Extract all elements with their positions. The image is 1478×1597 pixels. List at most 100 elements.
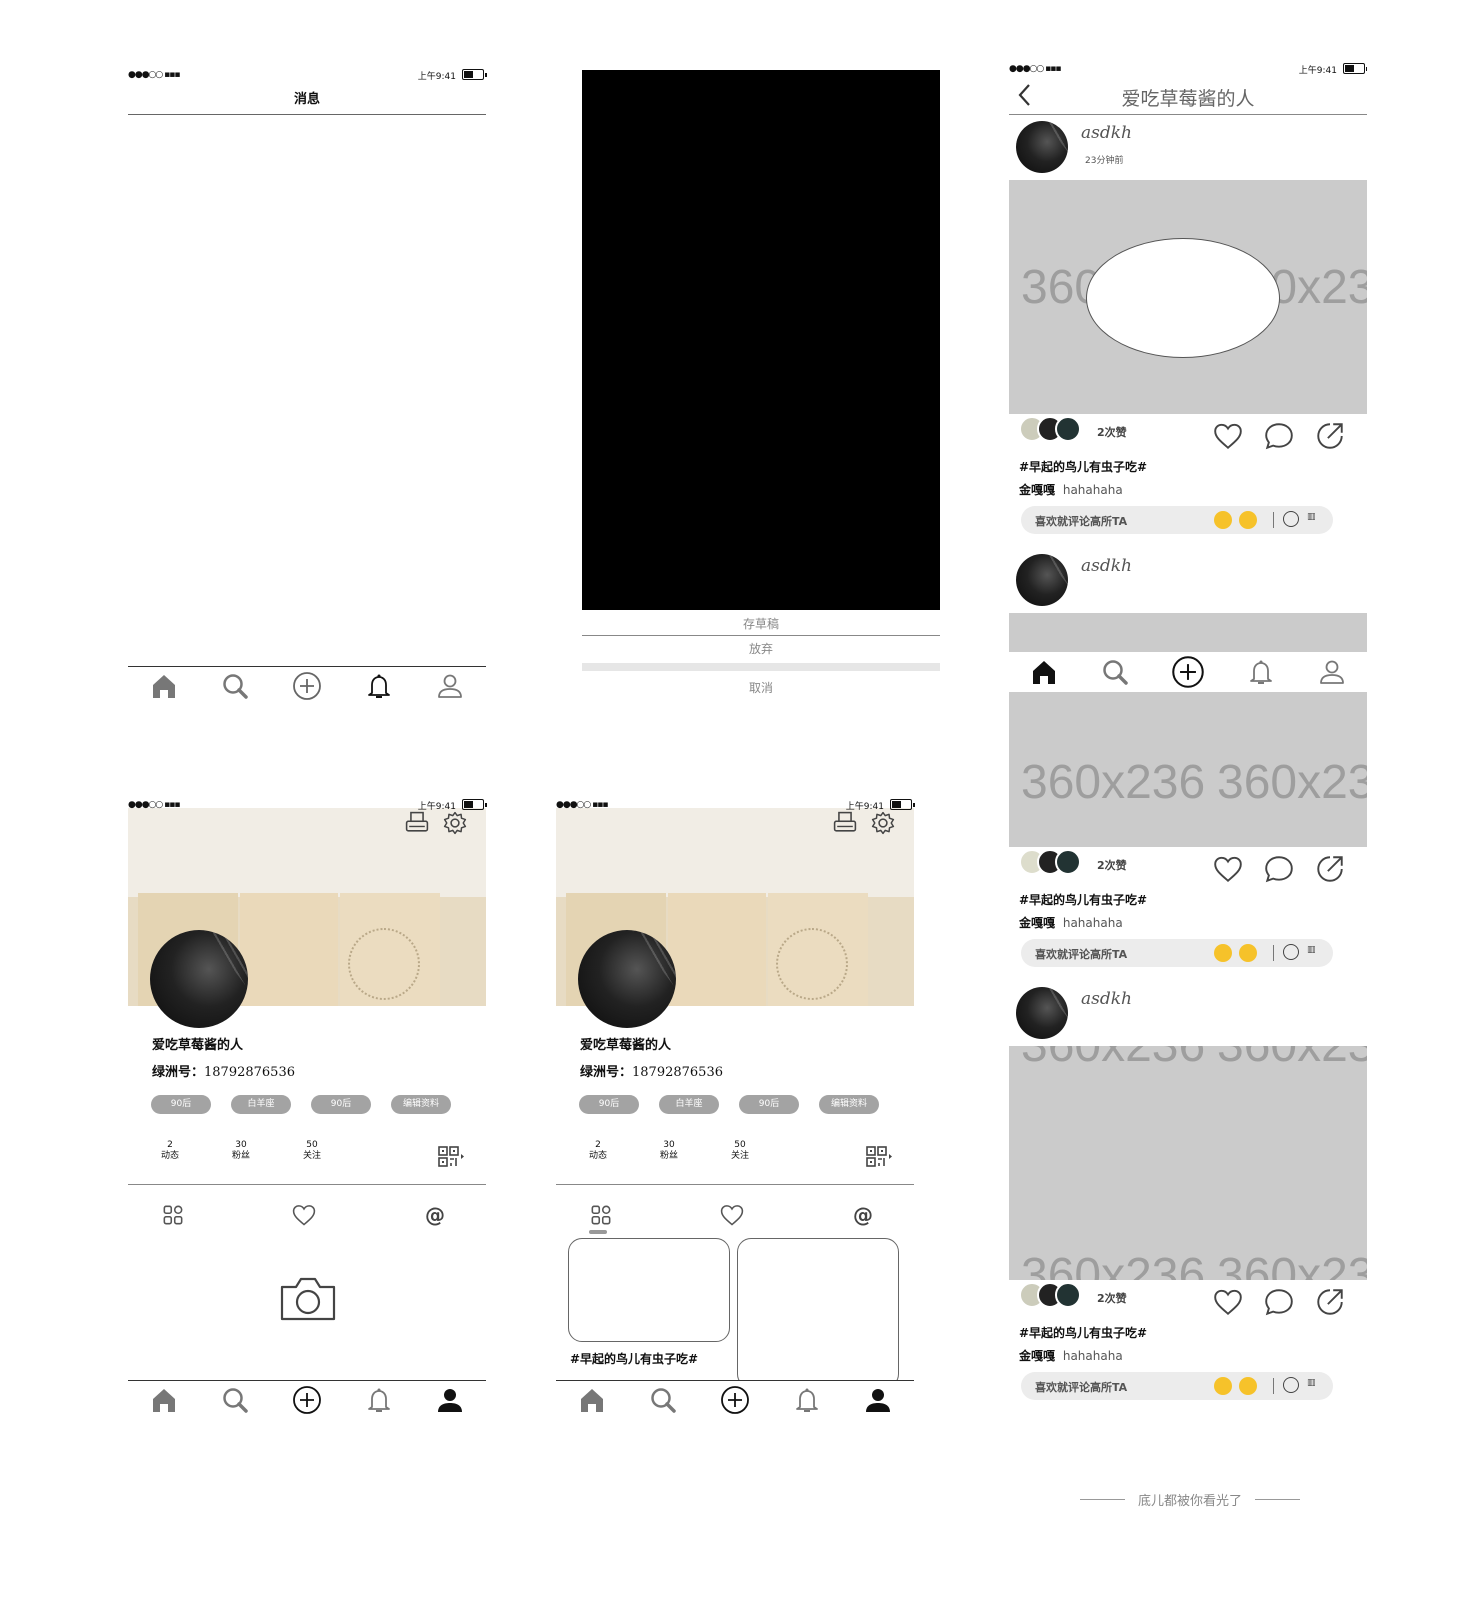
save-draft-button[interactable]: 存草稿	[582, 612, 940, 636]
home-icon[interactable]	[577, 1385, 607, 1415]
share-icon[interactable]	[1314, 1286, 1346, 1318]
surprised-emoji-icon[interactable]	[1283, 511, 1299, 527]
add-post-icon[interactable]	[292, 671, 322, 701]
search-icon[interactable]	[220, 671, 250, 701]
user-icon[interactable]	[1317, 657, 1347, 687]
like-count[interactable]: 2次赞	[1097, 1290, 1127, 1306]
qr-code-icon[interactable]	[864, 1142, 894, 1172]
cat-emoji-icon[interactable]	[1214, 1377, 1232, 1395]
author-name[interactable]: asdkh	[1081, 556, 1132, 576]
comment-line: 金嘎嘎 hahahaha	[1019, 914, 1123, 931]
add-post-icon[interactable]	[720, 1385, 750, 1415]
stat-posts[interactable]: 2 动态	[155, 1140, 185, 1162]
cat-emoji-icon[interactable]	[1214, 944, 1232, 962]
liker-avatars[interactable]	[1019, 849, 1081, 879]
printer-icon[interactable]	[404, 810, 430, 836]
post-thumbnail[interactable]	[737, 1238, 899, 1388]
liker-avatars[interactable]	[1019, 1282, 1081, 1312]
stat-posts[interactable]: 2 动态	[583, 1140, 613, 1162]
author-avatar[interactable]	[1016, 121, 1068, 173]
bell-icon[interactable]	[792, 1385, 822, 1415]
user-icon[interactable]	[863, 1385, 893, 1415]
cancel-button[interactable]: 取消	[582, 674, 940, 702]
smile-emoji-icon[interactable]	[1239, 1377, 1257, 1395]
post-topic[interactable]: #早起的鸟儿有虫子吃#	[1019, 891, 1147, 908]
mentions-tab[interactable]: @	[425, 1203, 445, 1227]
gif-icon[interactable]: ▥	[1307, 1378, 1316, 1388]
mentions-tab[interactable]: @	[853, 1203, 873, 1227]
commenter-name[interactable]: 金嘎嘎	[1019, 483, 1055, 497]
post-topic[interactable]: #早起的鸟儿有虫子吃#	[1019, 458, 1147, 475]
heart-icon[interactable]	[1212, 1286, 1244, 1318]
stat-following[interactable]: 50 关注	[725, 1140, 755, 1162]
discard-button[interactable]: 放弃	[582, 637, 940, 661]
bell-icon[interactable]	[364, 671, 394, 701]
search-icon[interactable]	[1100, 657, 1130, 687]
profile-id: 绿洲号：18792876536	[580, 1061, 723, 1080]
grid-icon[interactable]	[588, 1202, 614, 1228]
gif-icon[interactable]: ▥	[1307, 512, 1316, 522]
add-post-icon[interactable]	[1171, 655, 1205, 689]
status-bar: ●●●○○ ▪▪▪ 上午9:41	[128, 798, 487, 812]
comment-icon[interactable]	[1263, 1286, 1295, 1318]
stat-followers[interactable]: 30 粉丝	[226, 1140, 256, 1162]
home-icon[interactable]	[1029, 657, 1059, 687]
like-count[interactable]: 2次赞	[1097, 857, 1127, 873]
qr-code-icon[interactable]	[436, 1142, 466, 1172]
gear-icon[interactable]	[442, 810, 468, 836]
author-name[interactable]: asdkh	[1081, 989, 1132, 1009]
surprised-emoji-icon[interactable]	[1283, 944, 1299, 960]
comment-icon[interactable]	[1263, 420, 1295, 452]
cat-emoji-icon[interactable]	[1214, 511, 1232, 529]
heart-icon[interactable]	[291, 1202, 317, 1228]
user-icon[interactable]	[435, 671, 465, 701]
home-icon[interactable]	[149, 671, 179, 701]
smile-emoji-icon[interactable]	[1239, 511, 1257, 529]
author-avatar[interactable]	[1016, 987, 1068, 1039]
profile-name: 爱吃草莓酱的人	[580, 1038, 672, 1053]
comment-input[interactable]: 喜欢就评论高所TA ▥	[1021, 506, 1333, 534]
share-icon[interactable]	[1314, 853, 1346, 885]
search-icon[interactable]	[220, 1385, 250, 1415]
edit-profile-button[interactable]: 编辑资料	[819, 1095, 879, 1114]
edit-profile-button[interactable]: 编辑资料	[391, 1095, 451, 1114]
printer-icon[interactable]	[832, 810, 858, 836]
share-icon[interactable]	[1314, 420, 1346, 452]
image-placeholder-text: 360x236	[1217, 1249, 1367, 1280]
add-post-icon[interactable]	[292, 1385, 322, 1415]
post-image[interactable]: 360x236 360x236 360x236 360x236	[1009, 1046, 1367, 1280]
heart-icon[interactable]	[719, 1202, 745, 1228]
heart-icon[interactable]	[1212, 853, 1244, 885]
profile-avatar[interactable]	[578, 930, 676, 1028]
search-icon[interactable]	[648, 1385, 678, 1415]
home-icon[interactable]	[149, 1385, 179, 1415]
cover-ornament	[776, 928, 848, 1000]
stat-following[interactable]: 50 关注	[297, 1140, 327, 1162]
comment-icon[interactable]	[1263, 853, 1295, 885]
smile-emoji-icon[interactable]	[1239, 944, 1257, 962]
post-image[interactable]: 360x236 360x236	[1009, 613, 1367, 847]
author-avatar[interactable]	[1016, 554, 1068, 606]
camera-icon[interactable]	[278, 1273, 338, 1323]
heart-icon[interactable]	[1212, 420, 1244, 452]
comment-input[interactable]: 喜欢就评论高所TA ▥	[1021, 939, 1333, 967]
author-name[interactable]: asdkh	[1081, 123, 1132, 143]
profile-avatar[interactable]	[150, 930, 248, 1028]
post-thumbnail[interactable]	[568, 1238, 730, 1342]
like-count[interactable]: 2次赞	[1097, 424, 1127, 440]
stat-followers[interactable]: 30 粉丝	[654, 1140, 684, 1162]
bell-icon[interactable]	[1246, 657, 1276, 687]
grid-icon[interactable]	[160, 1202, 186, 1228]
liker-avatars[interactable]	[1019, 416, 1081, 446]
surprised-emoji-icon[interactable]	[1283, 1377, 1299, 1393]
commenter-name[interactable]: 金嘎嘎	[1019, 1349, 1055, 1363]
post-thumbnail-title[interactable]: #早起的鸟儿有虫子吃#	[570, 1350, 698, 1367]
comment-input[interactable]: 喜欢就评论高所TA ▥	[1021, 1372, 1333, 1400]
user-icon[interactable]	[435, 1385, 465, 1415]
bell-icon[interactable]	[364, 1385, 394, 1415]
post-topic[interactable]: #早起的鸟儿有虫子吃#	[1019, 1324, 1147, 1341]
gear-icon[interactable]	[870, 810, 896, 836]
commenter-name[interactable]: 金嘎嘎	[1019, 916, 1055, 930]
gif-icon[interactable]: ▥	[1307, 945, 1316, 955]
post-image[interactable]: 360x236 360x236	[1009, 180, 1367, 414]
